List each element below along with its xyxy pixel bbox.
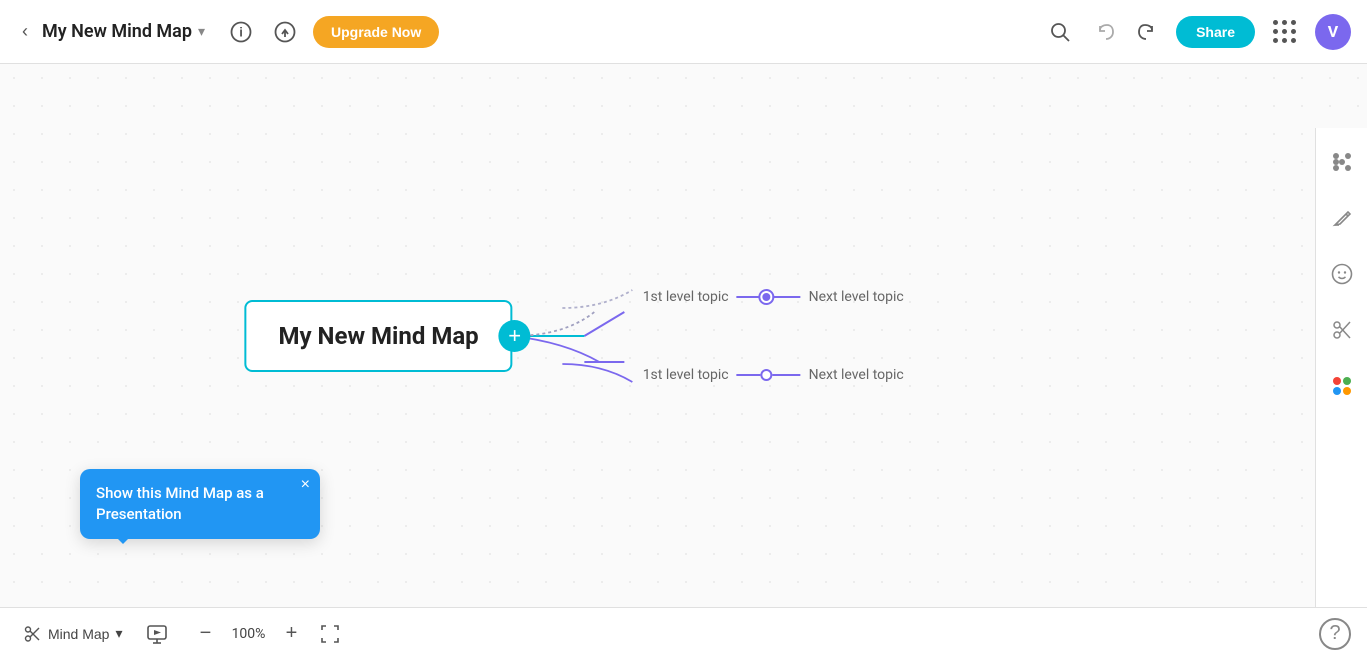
add-node-button[interactable]: +	[499, 320, 531, 352]
right-sidebar	[1315, 128, 1367, 607]
branches-container: 1st level topic Next level topic 1st lev…	[563, 282, 904, 390]
emoji-button[interactable]	[1324, 256, 1360, 292]
apps-grid-button[interactable]	[1267, 14, 1303, 50]
apps-colorful-icon	[1330, 374, 1354, 398]
header-icons: i Upgrade Now	[225, 16, 439, 48]
apps-grid-icon	[1273, 20, 1297, 44]
tooltip-popup: × Show this Mind Map as a Presentation	[80, 469, 320, 539]
layout-icon	[1330, 150, 1354, 174]
mindmap-type-label: Mind Map	[48, 626, 109, 642]
tooltip-text: Show this Mind Map as a Presentation	[96, 484, 264, 523]
undo-button[interactable]	[1088, 14, 1124, 50]
presentation-icon	[146, 623, 168, 645]
connector-line-upper	[737, 296, 761, 298]
scissors-footer-icon	[24, 625, 42, 643]
mindmap-row: My New Mind Map + 1st level topic	[244, 282, 903, 390]
layout-button[interactable]	[1324, 144, 1360, 180]
upload-icon	[274, 21, 296, 43]
first-level-topic-lower[interactable]: 1st level topic	[643, 367, 729, 383]
connector-line-to-next-lower	[773, 374, 801, 376]
next-level-topic-lower[interactable]: Next level topic	[809, 367, 904, 383]
avatar[interactable]: V	[1315, 14, 1351, 50]
emoji-icon	[1331, 263, 1353, 285]
header: ‹ My New Mind Map ▾ i Upgrade Now	[0, 0, 1367, 64]
footer: Mind Map ▾ − 100% +	[0, 607, 1367, 659]
redo-button[interactable]	[1128, 14, 1164, 50]
header-right: Share V	[1044, 14, 1351, 50]
header-left: ‹ My New Mind Map ▾ i Upgrade Now	[16, 16, 439, 48]
annotate-button[interactable]	[1324, 200, 1360, 236]
zoom-controls: − 100% +	[191, 619, 345, 649]
info-icon: i	[230, 21, 252, 43]
title-area[interactable]: My New Mind Map ▾	[42, 21, 205, 42]
mindmap-type-dropdown-icon: ▾	[115, 625, 122, 642]
svg-text:i: i	[239, 24, 243, 39]
scissors-button[interactable]	[1324, 312, 1360, 348]
mindmap-type-button[interactable]: Mind Map ▾	[16, 619, 131, 649]
tooltip-close-button[interactable]: ×	[301, 477, 310, 493]
search-icon	[1049, 21, 1071, 43]
share-button[interactable]: Share	[1176, 16, 1255, 48]
branch-lower-line	[563, 360, 643, 390]
zoom-in-button[interactable]: +	[277, 619, 307, 649]
zoom-level-display: 100%	[229, 626, 269, 642]
info-button[interactable]: i	[225, 16, 257, 48]
connector-dot-lower-empty	[761, 369, 773, 381]
mindmap-layout: My New Mind Map + 1st level topic	[244, 282, 903, 390]
branch-lower: 1st level topic Next level topic	[563, 360, 904, 390]
search-button[interactable]	[1044, 16, 1076, 48]
upgrade-button[interactable]: Upgrade Now	[313, 16, 439, 48]
scissors-icon	[1331, 319, 1353, 341]
central-node-box[interactable]: My New Mind Map	[244, 300, 512, 372]
help-button[interactable]: ?	[1319, 618, 1351, 650]
fit-screen-button[interactable]	[315, 619, 345, 649]
footer-left: Mind Map ▾ − 100% +	[16, 616, 345, 652]
branch-upper: 1st level topic Next level topic	[563, 282, 904, 312]
connector-dot-upper-filled	[761, 291, 773, 303]
fit-screen-icon	[321, 625, 339, 643]
footer-right: ?	[1319, 618, 1351, 650]
first-level-topic-upper[interactable]: 1st level topic	[643, 289, 729, 305]
central-node: My New Mind Map +	[244, 300, 512, 372]
undo-redo-group	[1088, 14, 1164, 50]
title-dropdown-icon: ▾	[198, 24, 205, 40]
upload-button[interactable]	[269, 16, 301, 48]
apps-button[interactable]	[1324, 368, 1360, 404]
canvas: My New Mind Map + 1st level topic	[0, 64, 1367, 607]
connector-line-lower	[737, 374, 761, 376]
document-title: My New Mind Map	[42, 21, 192, 42]
zoom-out-button[interactable]: −	[191, 619, 221, 649]
presentation-button[interactable]	[139, 616, 175, 652]
annotate-icon	[1331, 207, 1353, 229]
redo-icon	[1136, 22, 1156, 42]
connector-line-to-next-upper	[773, 296, 801, 298]
branch-upper-line	[563, 282, 643, 312]
next-level-topic-upper[interactable]: Next level topic	[809, 289, 904, 305]
undo-icon	[1096, 22, 1116, 42]
back-button[interactable]: ‹	[16, 17, 34, 46]
